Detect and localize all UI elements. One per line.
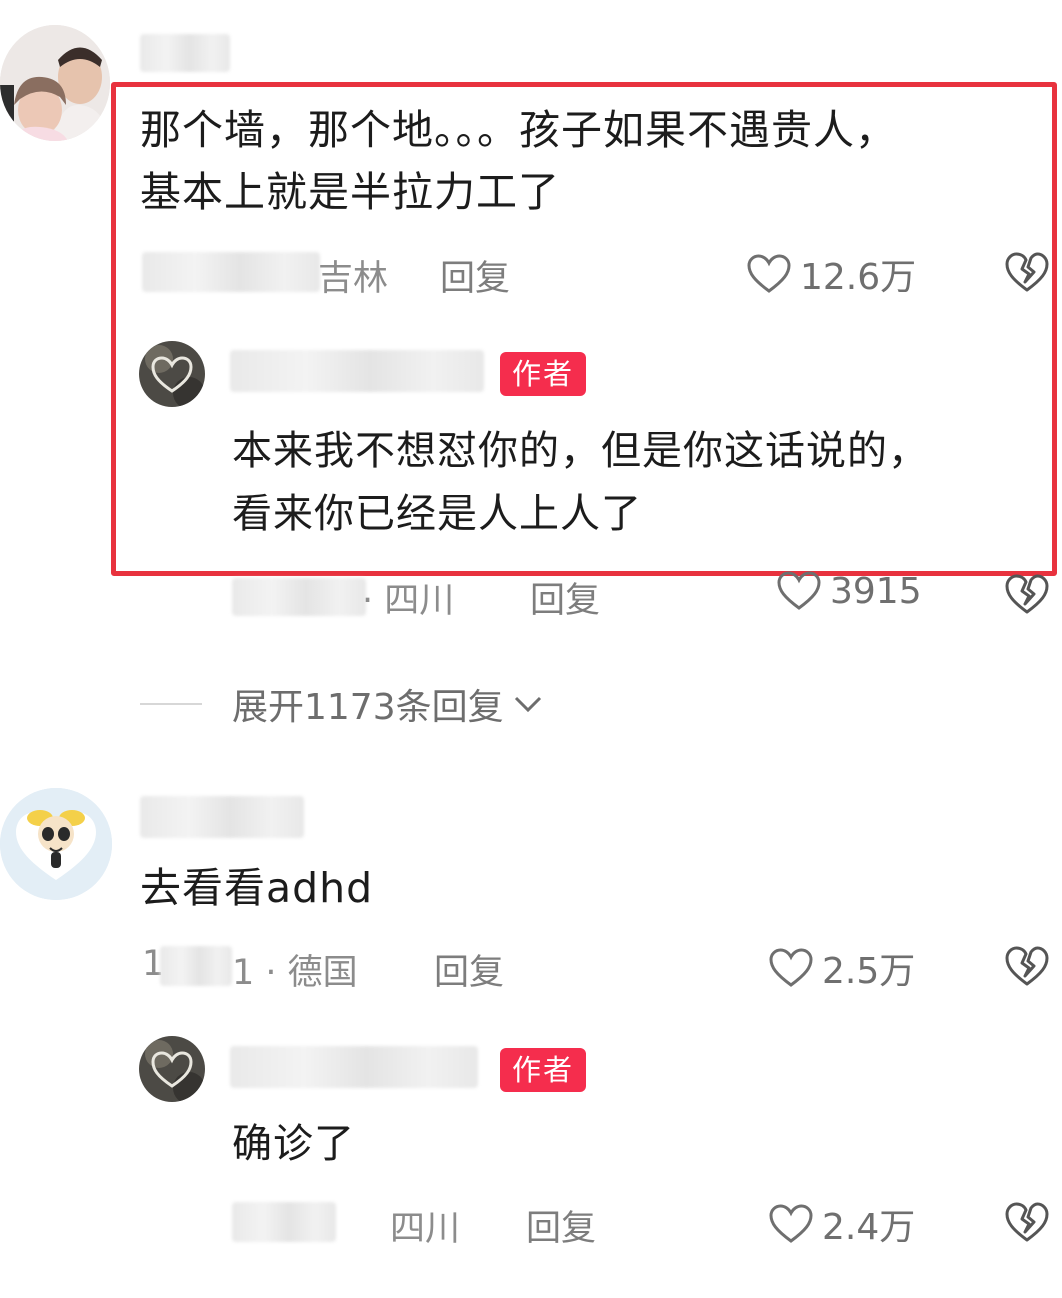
author-reply-1-line-2: 看来你已经是人上人了 bbox=[232, 491, 642, 537]
author-reply-1-location: · 四川 bbox=[362, 581, 455, 621]
comment-2-location: 1 · 德国 bbox=[232, 953, 358, 993]
reply-button[interactable]: 回复 bbox=[434, 944, 504, 995]
like-button[interactable]: 12.6万 bbox=[746, 248, 916, 300]
author-name-blurred[interactable] bbox=[230, 350, 484, 392]
author-reply-2-location: 四川 bbox=[390, 1209, 461, 1249]
avatar-commenter-1[interactable] bbox=[0, 25, 110, 141]
expand-replies-label: 展开1173条回复 bbox=[232, 687, 504, 728]
like-count: 2.5万 bbox=[822, 951, 916, 992]
author-reply-2-line-1: 确诊了 bbox=[232, 1121, 355, 1167]
comment-1-line-1: 那个墙，那个地。。。孩子如果不遇贵人， bbox=[140, 106, 897, 154]
broken-heart-icon[interactable] bbox=[1004, 1200, 1050, 1244]
comment-1-line-2: 基本上就是半拉力工了 bbox=[140, 168, 560, 216]
author-reply-1-line-1: 本来我不想怼你的，但是你这话说的， bbox=[232, 428, 929, 474]
timestamp-blurred bbox=[232, 578, 366, 616]
avatar-author[interactable] bbox=[139, 341, 205, 407]
timestamp-blurred bbox=[142, 252, 320, 292]
chevron-down-icon bbox=[514, 696, 541, 713]
author-badge: 作者 bbox=[500, 352, 587, 396]
broken-heart-icon[interactable] bbox=[1004, 572, 1050, 616]
broken-heart-icon[interactable] bbox=[1004, 250, 1050, 294]
like-button[interactable]: 2.4万 bbox=[768, 1198, 915, 1250]
author-badge: 作者 bbox=[500, 1048, 587, 1092]
reply-button[interactable]: 回复 bbox=[526, 1200, 596, 1251]
heart-icon bbox=[777, 571, 821, 610]
username-blurred[interactable] bbox=[140, 34, 230, 72]
like-count: 2.4万 bbox=[822, 1207, 916, 1248]
reply-button[interactable]: 回复 bbox=[530, 572, 600, 623]
timestamp-blurred bbox=[160, 946, 232, 986]
expand-replies-button[interactable]: 展开1173条回复 bbox=[140, 678, 544, 730]
comment-1-location: 吉林 bbox=[318, 259, 389, 299]
comment-2-line-1: 去看看adhd bbox=[140, 864, 374, 912]
broken-heart-icon[interactable] bbox=[1004, 944, 1050, 988]
avatar-author[interactable] bbox=[139, 1036, 205, 1102]
reply-button[interactable]: 回复 bbox=[440, 250, 510, 301]
author-name-blurred[interactable] bbox=[230, 1046, 478, 1088]
divider-line bbox=[140, 703, 202, 705]
username-blurred[interactable] bbox=[140, 796, 304, 838]
timestamp-blurred bbox=[232, 1202, 336, 1242]
heart-icon bbox=[769, 948, 813, 987]
like-count: 3915 bbox=[830, 570, 922, 612]
avatar-commenter-2[interactable] bbox=[0, 788, 112, 900]
like-count: 12.6万 bbox=[800, 257, 917, 298]
heart-icon bbox=[769, 1204, 813, 1243]
heart-icon bbox=[747, 254, 791, 293]
like-button[interactable]: 2.5万 bbox=[768, 942, 915, 994]
like-button[interactable]: 3915 bbox=[776, 570, 922, 612]
